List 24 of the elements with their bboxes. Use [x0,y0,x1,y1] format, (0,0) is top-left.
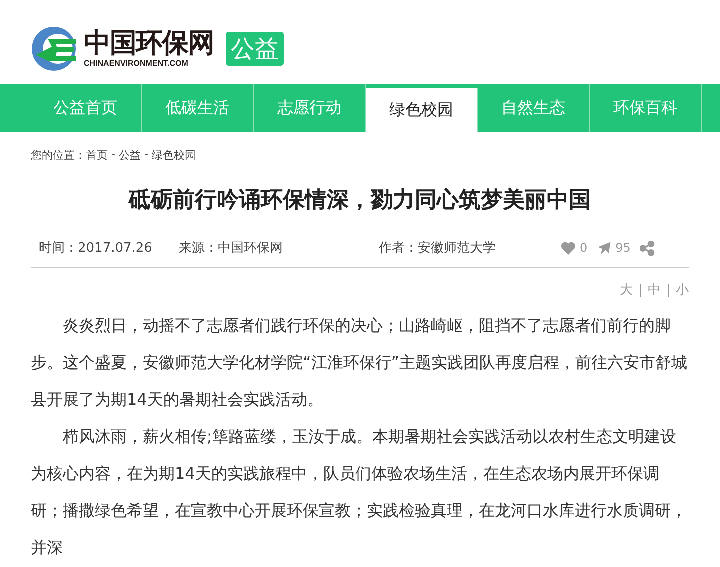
font-size-link[interactable]: 中 [640,284,668,297]
breadcrumb-label: 您的位置： [31,148,86,163]
font-size-link[interactable]: 小 [668,284,689,297]
breadcrumb-link[interactable]: 公益 [118,148,141,163]
publish-time: 时间：2017.07.26 [39,240,154,257]
article-paragraph: 炎炎烈日，动摇不了志愿者们践行环保的决心；山路崎岖，阻挡不了志愿者们前行的脚步。这个盛夏，安徽师范大学化材学院“江淮环保行”主题实践团队再度启程，前往六安市舒城县开展了为期14天的暑期社会实践活动。 [31,315,689,411]
breadcrumb-link[interactable]: 绿色校园 [152,148,196,163]
heart-icon[interactable] [561,242,576,254]
share-count: 95 [616,241,631,255]
nav-tab[interactable]: 绿色校园 [366,88,478,132]
paper-plane-icon[interactable] [596,240,612,256]
breadcrumb-link[interactable]: 首页 [86,148,108,163]
breadcrumb-separator: - [143,148,150,163]
article-title: 砥砺前行吟诵环保情深，勠力同心筑梦美丽中国 [127,186,592,215]
font-size-link[interactable]: 大 [613,284,640,297]
logo-name: 中国环保网 [84,30,214,59]
article-author: 作者：安徽师范大学 [379,240,497,257]
like-count: 0 [580,241,588,255]
section-badge: 公益 [226,32,284,66]
breadcrumb-separator: - [110,148,116,163]
logo-domain: CHINAENVIRONMENT.COM [84,58,190,68]
article-paragraph: 栉风沐雨，薪火相传;筚路蓝缕，玉汝于成。本期暑期社会实践活动以农村生态文明建设为核心内容，在为期14天的实践旅程中，队员们体验农场生活，在生态农场内展开环保调研；播撒绿色希望，在宣教中心开展环保宣教；实践检验真理，在龙河口水库进行水质调研，并深 [31,426,688,559]
article-source: 来源：中国环保网 [179,240,284,257]
share-icon[interactable] [640,240,655,256]
